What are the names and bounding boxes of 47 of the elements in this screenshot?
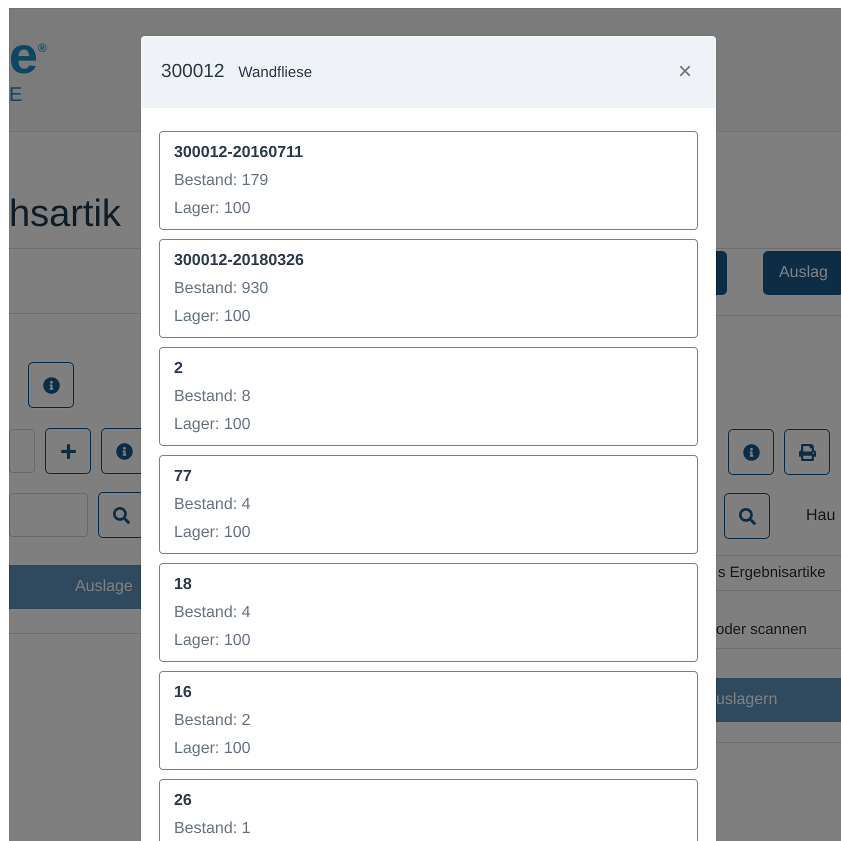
search-button[interactable]	[98, 492, 144, 538]
batch-detail: Bestand: 4	[174, 495, 252, 515]
page-heading: hsartik	[9, 194, 121, 234]
batch-number: 2	[174, 359, 184, 379]
batch-detail: Lager: 100	[174, 631, 252, 651]
batch-detail: Lager: 100	[174, 307, 252, 327]
article-number: 300012	[161, 61, 224, 83]
batch-detail: Bestand: 4	[174, 603, 252, 623]
batch-number: 77	[174, 467, 193, 487]
info-icon	[116, 442, 132, 460]
info-icon	[742, 444, 760, 460]
batch-card[interactable]: 300012-20160711 Bestand: 179 Lager: 100	[159, 131, 698, 230]
print-button[interactable]	[784, 429, 830, 475]
search-icon	[738, 508, 756, 524]
batch-number: 16	[174, 683, 193, 703]
batch-detail: Bestand: 8	[174, 387, 252, 407]
input-field[interactable]	[9, 493, 88, 537]
plus-icon	[60, 442, 76, 460]
batch-number: 300012-20160711	[174, 143, 304, 163]
batch-detail: Bestand: 930	[174, 279, 270, 299]
batch-number: 26	[174, 791, 193, 811]
batch-number: 18	[174, 575, 193, 595]
close-button[interactable]: ×	[674, 60, 696, 84]
batch-detail: Lager: 100	[174, 739, 252, 759]
batch-detail: Lager: 100	[174, 523, 252, 543]
action-button[interactable]: Auslag	[763, 251, 841, 295]
info-icon	[42, 376, 60, 394]
batch-card[interactable]: 77 Bestand: 4 Lager: 100	[159, 455, 698, 554]
printer-icon	[798, 444, 816, 460]
logo-subtitle: E	[9, 84, 22, 107]
batch-card[interactable]: 26 Bestand: 1	[159, 779, 698, 841]
batch-card[interactable]: 16 Bestand: 2 Lager: 100	[159, 671, 698, 770]
batch-detail: Bestand: 1	[174, 819, 252, 839]
add-button[interactable]	[45, 428, 91, 474]
batch-detail: Bestand: 2	[174, 711, 252, 731]
batch-number: 300012-20180326	[174, 251, 305, 271]
batch-detail: Lager: 100	[174, 199, 252, 219]
batch-card[interactable]: 18 Bestand: 4 Lager: 100	[159, 563, 698, 662]
search-icon	[112, 506, 130, 524]
batch-detail: Bestand: 179	[174, 171, 270, 191]
field-label: Hau	[806, 507, 836, 525]
batch-card[interactable]: 2 Bestand: 8 Lager: 100	[159, 347, 698, 446]
logo: e$^{®}$	[9, 34, 47, 78]
batch-detail: Lager: 100	[174, 415, 252, 435]
article-name: Wandfliese	[238, 64, 312, 80]
batch-card[interactable]: 300012-20180326 Bestand: 930 Lager: 100	[159, 239, 698, 338]
input-field[interactable]	[9, 429, 35, 473]
